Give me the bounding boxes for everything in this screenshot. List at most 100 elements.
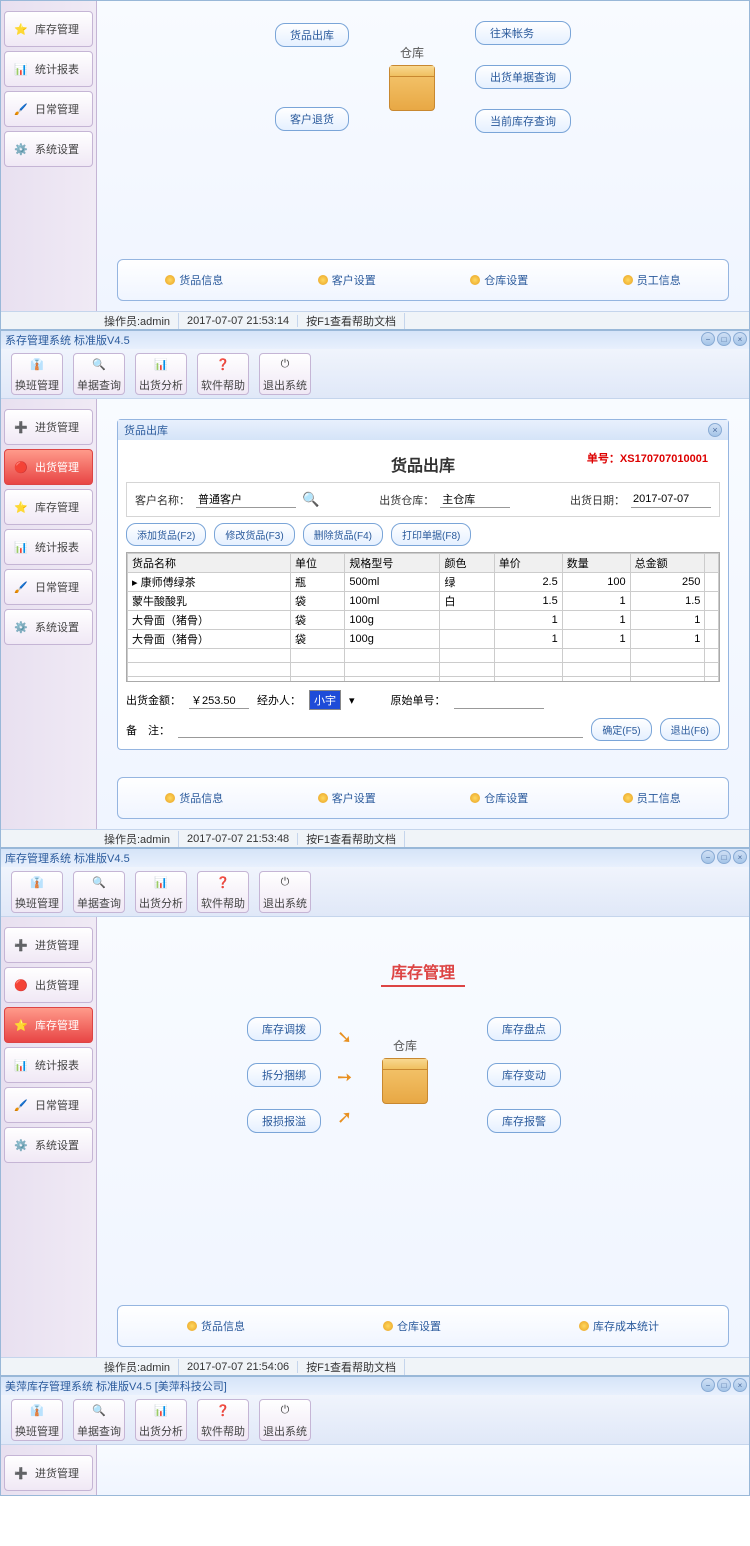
sidebar-item-daily[interactable]: 🖌️日常管理 xyxy=(4,569,93,605)
pill-return[interactable]: 客户退货 xyxy=(275,107,349,131)
sidebar-item-settings[interactable]: ⚙️系统设置 xyxy=(4,131,93,167)
close-icon[interactable]: × xyxy=(733,1378,747,1392)
sidebar-item-inventory[interactable]: ⭐库存管理 xyxy=(4,11,93,47)
handler-select[interactable]: 小宇 xyxy=(309,690,341,710)
wh-input[interactable] xyxy=(440,491,510,508)
maximize-icon[interactable]: □ xyxy=(717,1378,731,1392)
sidebar-item-reports[interactable]: 📊统计报表 xyxy=(4,1047,93,1083)
tbtn-help[interactable]: ❓软件帮助 xyxy=(197,353,249,395)
order-no: XS170707010001 xyxy=(620,453,708,465)
minimize-icon[interactable]: − xyxy=(701,1378,715,1392)
tbtn-exit[interactable]: ⏻退出系统 xyxy=(259,353,311,395)
sidebar-item-reports[interactable]: 📊统计报表 xyxy=(4,529,93,565)
action-add[interactable]: 添加货品(F2) xyxy=(126,523,206,546)
pill-check[interactable]: 库存盘点 xyxy=(487,1017,561,1041)
amt-input[interactable] xyxy=(189,692,249,709)
sidebar-item-settings[interactable]: ⚙️系统设置 xyxy=(4,609,93,645)
sidebar: ➕进货管理 🔴出货管理 ⭐库存管理 📊统计报表 🖌️日常管理 ⚙️系统设置 xyxy=(1,917,97,1357)
close-icon[interactable]: × xyxy=(733,850,747,864)
tbtn-help[interactable]: ❓软件帮助 xyxy=(197,871,249,913)
tbtn-analysis[interactable]: 📊出货分析 xyxy=(135,871,187,913)
pill-outbound[interactable]: 货品出库 xyxy=(275,23,349,47)
close-icon[interactable]: × xyxy=(708,423,722,437)
sidebar-item-inventory[interactable]: ⭐库存管理 xyxy=(4,489,93,525)
col-qty[interactable]: 数量 xyxy=(562,554,630,573)
note-input[interactable] xyxy=(178,721,583,738)
pill-split[interactable]: 拆分捆绑 xyxy=(247,1063,321,1087)
goods-grid[interactable]: 货品名称 单位 规格型号 颜色 单价 数量 总金额 ▸ 康师傅绿茶瓶500ml绿… xyxy=(126,552,720,682)
tbtn-query[interactable]: 🔍单据查询 xyxy=(73,871,125,913)
tbtn-analysis[interactable]: 📊出货分析 xyxy=(135,1399,187,1441)
sidebar-item-settings[interactable]: ⚙️系统设置 xyxy=(4,1127,93,1163)
sidebar-item-inbound[interactable]: ➕进货管理 xyxy=(4,927,93,963)
close-icon[interactable]: × xyxy=(733,332,747,346)
orig-input[interactable] xyxy=(454,692,544,709)
table-row[interactable]: 大骨面（猪骨）袋100g111 xyxy=(128,611,719,630)
blink-goods[interactable]: 货品信息 xyxy=(165,790,223,806)
warehouse-label: 仓库 xyxy=(389,44,435,61)
titlebar: 库存管理系统 标准版V4.5 − □ × xyxy=(1,849,749,867)
maximize-icon[interactable]: □ xyxy=(717,850,731,864)
blink-staff[interactable]: 员工信息 xyxy=(623,790,681,806)
pill-loss[interactable]: 报损报溢 xyxy=(247,1109,321,1133)
help-icon: ❓ xyxy=(213,873,233,893)
tbtn-help[interactable]: ❓软件帮助 xyxy=(197,1399,249,1441)
status-operator: 操作员:admin xyxy=(96,831,179,847)
table-row[interactable]: ▸ 康师傅绿茶瓶500ml绿2.5100250 xyxy=(128,573,719,592)
pill-alarm[interactable]: 库存报警 xyxy=(487,1109,561,1133)
cust-input[interactable] xyxy=(196,491,296,508)
ok-button[interactable]: 确定(F5) xyxy=(591,718,651,741)
tbtn-shift[interactable]: 👔换班管理 xyxy=(11,1399,63,1441)
pill-accounts[interactable]: 往来帐务 xyxy=(475,21,571,45)
col-name[interactable]: 货品名称 xyxy=(128,554,291,573)
action-print[interactable]: 打印单据(F8) xyxy=(391,523,471,546)
sidebar-item-daily[interactable]: 🖌️日常管理 xyxy=(4,91,93,127)
pill-transfer[interactable]: 库存调拨 xyxy=(247,1017,321,1041)
sidebar-item-outbound[interactable]: 🔴出货管理 xyxy=(4,967,93,1003)
sidebar-item-inventory[interactable]: ⭐库存管理 xyxy=(4,1007,93,1043)
tbtn-exit[interactable]: ⏻退出系统 xyxy=(259,1399,311,1441)
blink-staff[interactable]: 员工信息 xyxy=(623,272,681,288)
tbtn-shift[interactable]: 👔换班管理 xyxy=(11,871,63,913)
tbtn-shift[interactable]: 👔换班管理 xyxy=(11,353,63,395)
blink-goods[interactable]: 货品信息 xyxy=(165,272,223,288)
action-edit[interactable]: 修改货品(F3) xyxy=(214,523,294,546)
tbtn-query[interactable]: 🔍单据查询 xyxy=(73,1399,125,1441)
blink-warehouse[interactable]: 仓库设置 xyxy=(470,272,528,288)
dropdown-icon[interactable]: ▾ xyxy=(349,694,355,707)
warehouse-icon xyxy=(389,65,435,111)
pill-query-out[interactable]: 出货单据查询 xyxy=(475,65,571,89)
blink-warehouse[interactable]: 仓库设置 xyxy=(383,1318,441,1334)
sidebar-item-inbound[interactable]: ➕进货管理 xyxy=(4,1455,93,1491)
blink-goods[interactable]: 货品信息 xyxy=(187,1318,245,1334)
blink-cost[interactable]: 库存成本统计 xyxy=(579,1318,659,1334)
col-spec[interactable]: 规格型号 xyxy=(345,554,440,573)
maximize-icon[interactable]: □ xyxy=(717,332,731,346)
minimize-icon[interactable]: − xyxy=(701,850,715,864)
sidebar-item-inbound[interactable]: ➕进货管理 xyxy=(4,409,93,445)
tbtn-query[interactable]: 🔍单据查询 xyxy=(73,353,125,395)
status-operator: 操作员:admin xyxy=(96,313,179,329)
sidebar-item-outbound[interactable]: 🔴出货管理 xyxy=(4,449,93,485)
pill-change[interactable]: 库存变动 xyxy=(487,1063,561,1087)
col-price[interactable]: 单价 xyxy=(494,554,562,573)
pill-query-stock[interactable]: 当前库存查询 xyxy=(475,109,571,133)
search-icon[interactable]: 🔍 xyxy=(302,491,319,508)
col-amt[interactable]: 总金额 xyxy=(630,554,705,573)
minimize-icon[interactable]: − xyxy=(701,332,715,346)
blink-customer[interactable]: 客户设置 xyxy=(318,272,376,288)
blink-warehouse[interactable]: 仓库设置 xyxy=(470,790,528,806)
sidebar-item-daily[interactable]: 🖌️日常管理 xyxy=(4,1087,93,1123)
table-row[interactable]: 大骨面（猪骨）袋100g111 xyxy=(128,630,719,649)
date-input[interactable] xyxy=(631,491,711,508)
exit-button[interactable]: 退出(F6) xyxy=(660,718,720,741)
col-color[interactable]: 颜色 xyxy=(440,554,494,573)
sidebar-item-reports[interactable]: 📊统计报表 xyxy=(4,51,93,87)
tbtn-analysis[interactable]: 📊出货分析 xyxy=(135,353,187,395)
col-unit[interactable]: 单位 xyxy=(291,554,345,573)
plus-icon: ➕ xyxy=(11,935,31,955)
blink-customer[interactable]: 客户设置 xyxy=(318,790,376,806)
tbtn-exit[interactable]: ⏻退出系统 xyxy=(259,871,311,913)
action-del[interactable]: 删除货品(F4) xyxy=(303,523,383,546)
table-row[interactable]: 蒙牛酸酸乳袋100ml白1.511.5 xyxy=(128,592,719,611)
